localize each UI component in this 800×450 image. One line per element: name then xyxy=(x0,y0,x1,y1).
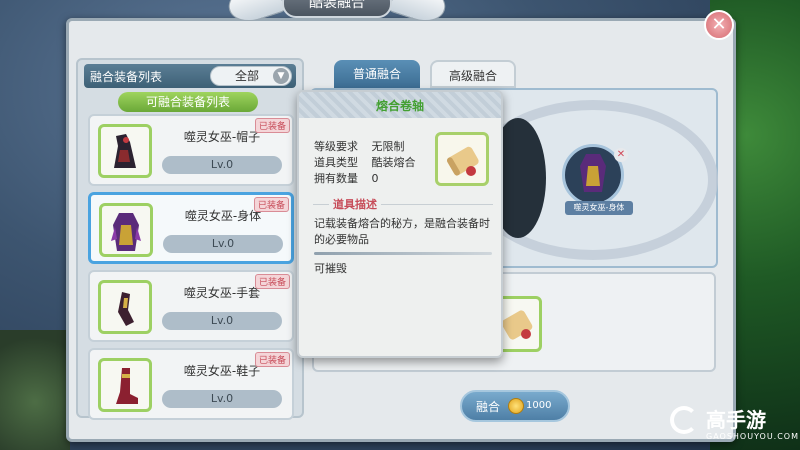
level-requirement-key: 等级要求 xyxy=(314,140,358,153)
site-watermark: 高手游 GAOSHOUYOU.COM xyxy=(670,404,798,448)
equipment-list-panel: 融合装备列表 全部 ▼ 可融合装备列表 噬灵女巫-帽子 Lv.0 已装备 噬灵女… xyxy=(76,58,304,420)
item-level: Lv.0 xyxy=(162,156,282,174)
tooltip-title: 熔合卷轴 xyxy=(375,99,424,113)
robe-icon xyxy=(99,203,153,257)
glove-icon xyxy=(98,280,152,334)
item-type-value: 酷装熔合 xyxy=(371,156,416,169)
hat-icon xyxy=(98,124,152,178)
fuse-button[interactable]: 融合 1000 xyxy=(460,390,570,422)
fusable-list-subheader: 可融合装备列表 xyxy=(118,92,258,112)
list-item-selected[interactable]: 噬灵女巫-身体 Lv.0 已装备 xyxy=(88,192,294,264)
equipped-badge: 已装备 xyxy=(254,118,290,133)
level-requirement-row: 等级要求 无限制 xyxy=(314,138,405,154)
equipment-list: 噬灵女巫-帽子 Lv.0 已装备 噬灵女巫-身体 Lv.0 已装备 噬灵女巫-手… xyxy=(88,114,294,426)
filter-value: 全部 xyxy=(235,69,260,83)
window-title: 酷装融合 xyxy=(282,0,392,18)
item-level: Lv.0 xyxy=(162,312,282,330)
list-item[interactable]: 噬灵女巫-手套 Lv.0 已装备 xyxy=(88,270,294,342)
item-level: Lv.0 xyxy=(162,390,282,408)
brand-logo-icon xyxy=(670,406,698,434)
list-item[interactable]: 噬灵女巫-帽子 Lv.0 已装备 xyxy=(88,114,294,186)
equipped-badge: 已装备 xyxy=(254,274,290,289)
boot-icon xyxy=(98,358,152,412)
description-section-header: 道具描述 xyxy=(313,196,493,212)
filter-dropdown[interactable]: 全部 ▼ xyxy=(210,66,292,86)
destroyable-note: 可摧毁 xyxy=(314,262,347,275)
item-type-row: 道具类型 酷装熔合 xyxy=(314,154,416,170)
watermark-brand: 高手游 xyxy=(706,408,766,432)
item-type-key: 道具类型 xyxy=(314,156,358,169)
owned-quantity-key: 拥有数量 xyxy=(314,172,358,185)
coin-icon xyxy=(508,398,524,414)
foliage-background-left xyxy=(0,330,70,450)
equipped-badge: 已装备 xyxy=(253,197,289,212)
owned-quantity-value: 0 xyxy=(371,172,379,185)
equipped-badge: 已装备 xyxy=(254,352,290,367)
tooltip-divider xyxy=(314,252,492,255)
level-requirement-value: 无限制 xyxy=(371,140,405,153)
watermark-domain: GAOSHOUYOU.COM xyxy=(706,432,800,441)
remove-target-icon[interactable]: ✕ xyxy=(614,148,628,162)
item-tooltip: 熔合卷轴 等级要求 无限制 道具类型 酷装熔合 拥有数量 0 道具描述 记载装备… xyxy=(297,90,503,358)
list-item[interactable]: 噬灵女巫-鞋子 Lv.0 已装备 xyxy=(88,348,294,420)
item-description: 记载装备熔合的秘方，是融合装备时的必要物品 xyxy=(314,217,490,246)
item-level: Lv.0 xyxy=(163,235,283,253)
window-title-banner: 酷装融合 xyxy=(223,0,451,28)
description-section-label: 道具描述 xyxy=(329,196,381,212)
list-header-label: 融合装备列表 xyxy=(90,70,163,84)
scroll-icon xyxy=(435,132,489,186)
fuse-cost: 1000 xyxy=(526,400,552,411)
owned-quantity-row: 拥有数量 0 xyxy=(314,170,379,186)
target-equipment-label: 噬灵女巫-身体 xyxy=(565,201,633,215)
close-button[interactable]: ✕ xyxy=(704,10,734,40)
chevron-down-icon: ▼ xyxy=(273,68,289,84)
fuse-button-label: 融合 xyxy=(476,400,501,414)
tab-normal-fusion[interactable]: 普通融合 xyxy=(334,60,420,88)
list-header: 融合装备列表 全部 ▼ xyxy=(84,64,296,88)
tab-advanced-fusion[interactable]: 高级融合 xyxy=(430,60,516,88)
